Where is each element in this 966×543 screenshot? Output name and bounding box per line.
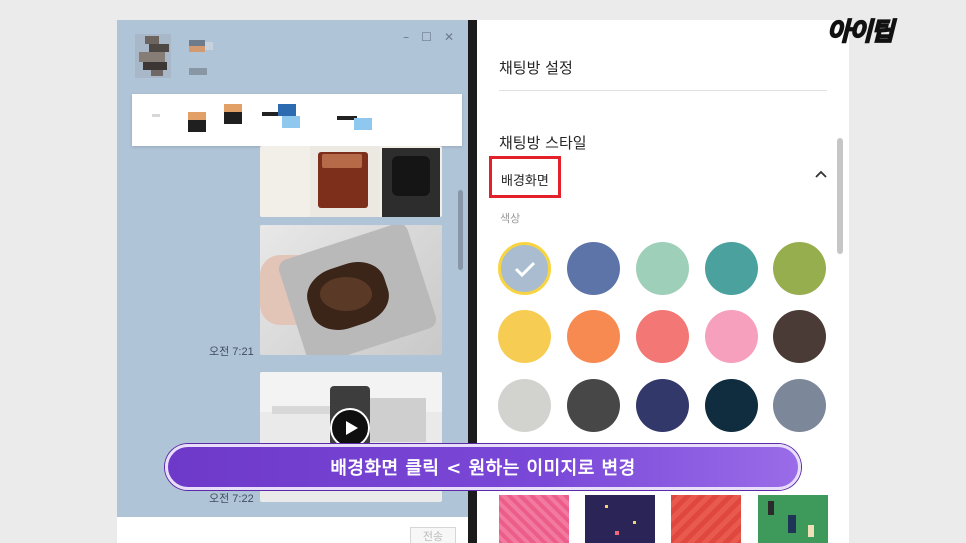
checkmark-icon <box>514 261 535 277</box>
style-section-title: 채팅방 스타일 <box>499 134 587 152</box>
message-time: 오전 7:22 <box>209 493 254 505</box>
color-swatch[interactable] <box>705 310 758 363</box>
window-controls: – ☐ ✕ <box>403 30 454 44</box>
color-swatch[interactable] <box>773 379 826 432</box>
chat-photo[interactable] <box>260 225 442 355</box>
message-time: 오전 7:21 <box>209 346 254 358</box>
caption-banner: 배경화면 클릭 < 원하는 이미지로 변경 <box>165 444 801 490</box>
background-section-highlight[interactable]: 배경화면 <box>489 156 561 198</box>
caption-text: 배경화면 클릭 < 원하는 이미지로 변경 <box>330 458 636 479</box>
color-swatch[interactable] <box>636 310 689 363</box>
divider <box>499 90 827 91</box>
minimize-icon[interactable]: – <box>403 30 409 44</box>
wallpaper-thumbnail[interactable] <box>758 495 828 543</box>
wallpaper-thumbnail[interactable] <box>585 495 655 543</box>
color-swatch[interactable] <box>567 310 620 363</box>
chat-photo[interactable] <box>260 146 442 217</box>
wallpaper-thumbnail[interactable] <box>499 495 569 543</box>
close-icon[interactable]: ✕ <box>444 30 454 44</box>
brand-logo: 아이팁 <box>826 16 895 47</box>
chat-scrollbar[interactable] <box>458 190 463 270</box>
play-icon[interactable] <box>330 408 370 448</box>
panel-scrollbar[interactable] <box>837 138 843 254</box>
message-input-area[interactable]: 전송 <box>117 517 468 543</box>
chat-name <box>189 40 229 80</box>
color-swatch[interactable] <box>773 310 826 363</box>
color-swatch[interactable] <box>567 379 620 432</box>
color-label: 색상 <box>500 212 521 225</box>
color-swatch[interactable] <box>705 379 758 432</box>
chevron-up-icon[interactable] <box>814 167 828 181</box>
wallpaper-thumbnail[interactable] <box>671 495 741 543</box>
chat-header: – ☐ ✕ <box>117 20 468 90</box>
color-swatch[interactable] <box>636 379 689 432</box>
color-swatch[interactable] <box>636 242 689 295</box>
color-swatch[interactable] <box>567 242 620 295</box>
notice-banner[interactable] <box>132 94 462 146</box>
send-button[interactable]: 전송 <box>410 527 456 543</box>
background-section-label[interactable]: 배경화면 <box>501 170 549 189</box>
settings-title: 채팅방 설정 <box>499 59 573 77</box>
color-swatch[interactable] <box>498 379 551 432</box>
profile-avatar[interactable] <box>135 34 171 78</box>
color-swatch[interactable] <box>773 242 826 295</box>
maximize-icon[interactable]: ☐ <box>421 30 432 44</box>
color-swatch-selected[interactable] <box>498 242 551 295</box>
color-swatch[interactable] <box>498 310 551 363</box>
color-swatch[interactable] <box>705 242 758 295</box>
